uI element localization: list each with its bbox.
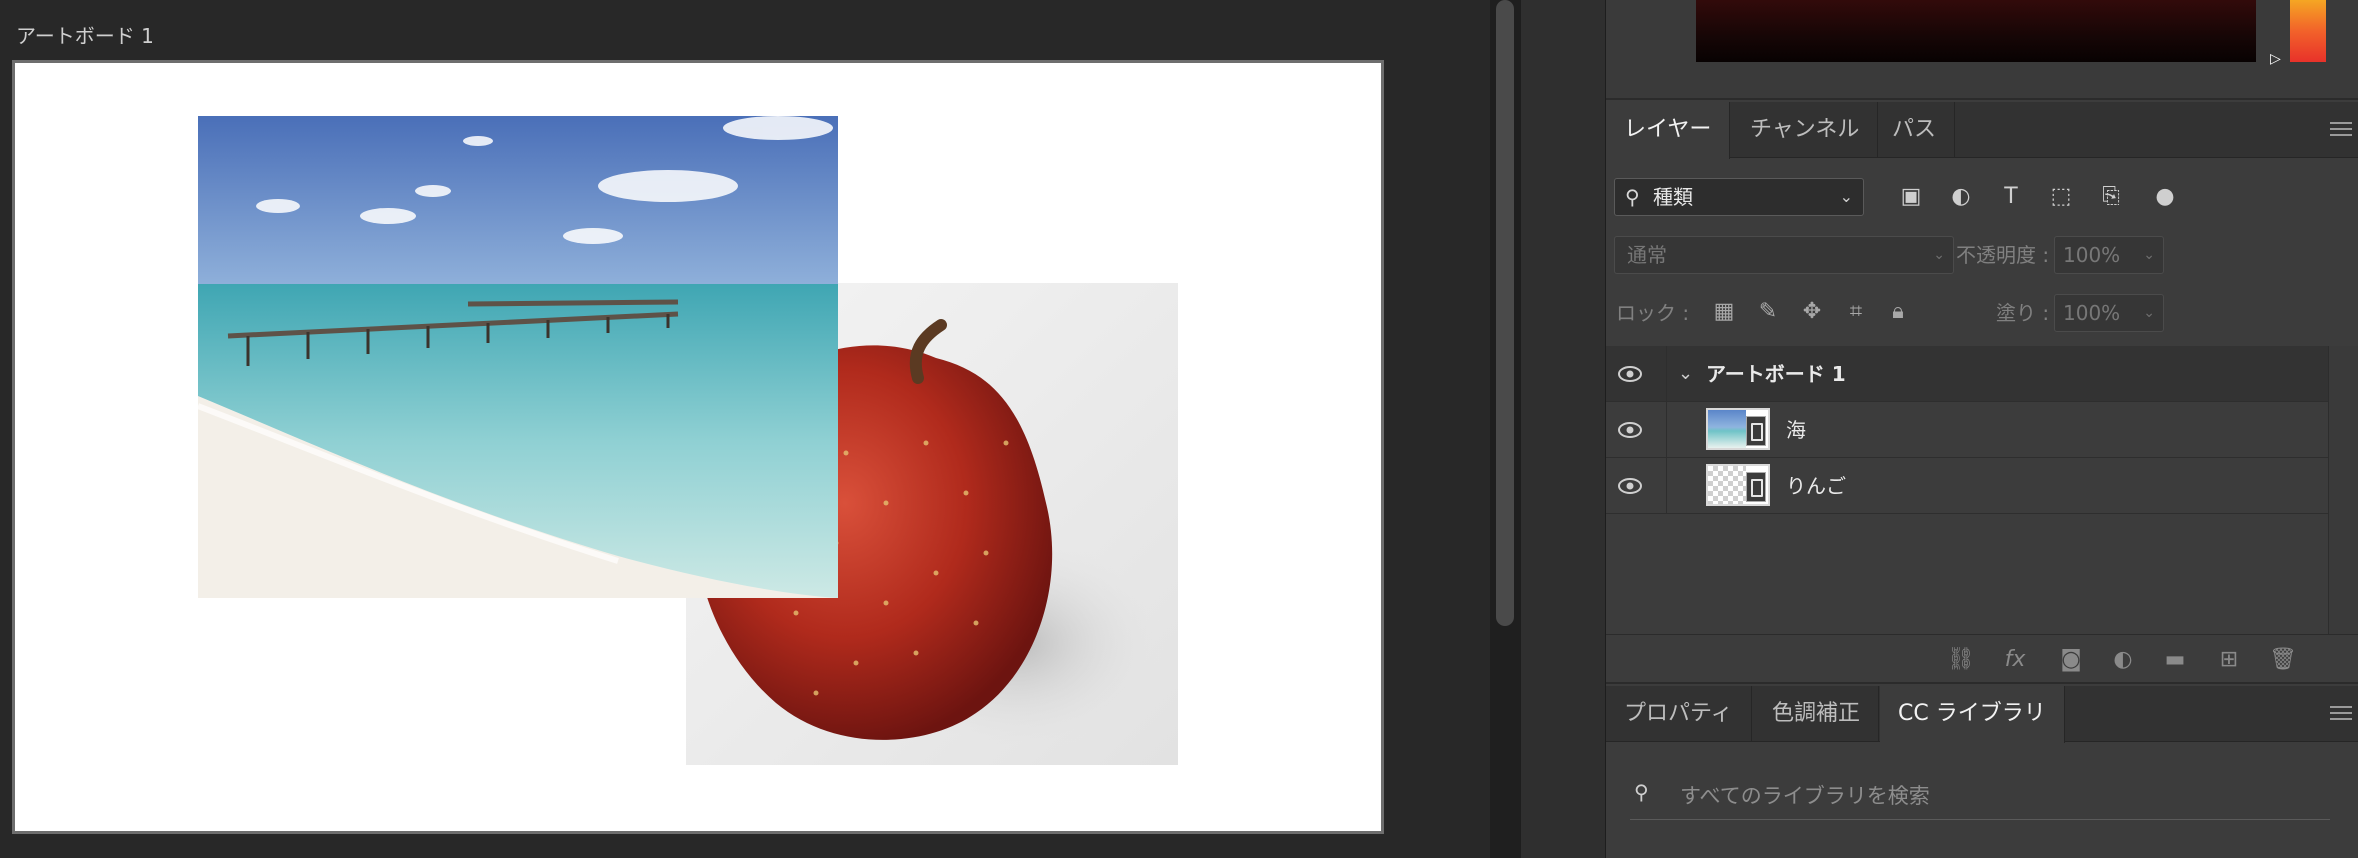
layers-scrollbar[interactable]: [2328, 346, 2358, 634]
visibility-eye-icon[interactable]: [1616, 416, 1644, 444]
canvas-scrollbar-track[interactable]: [1490, 0, 1520, 858]
smart-object-icon: [1746, 416, 1766, 446]
color-field[interactable]: [1696, 0, 2256, 62]
artboard-title[interactable]: アートボード 1: [16, 20, 154, 49]
chevron-down-icon: ⌄: [2143, 305, 2155, 321]
tab-cc-libraries[interactable]: CC ライブラリ: [1880, 686, 2065, 743]
opacity-field[interactable]: 100% ⌄: [2054, 236, 2164, 274]
row-divider: [1666, 346, 1667, 402]
row-divider: [1666, 458, 1667, 514]
search-icon: ⚲: [1625, 185, 1640, 209]
panel-dock-strip: [1520, 0, 1606, 858]
visibility-eye-icon[interactable]: [1616, 360, 1644, 388]
tab-paths[interactable]: パス: [1874, 102, 1956, 158]
sea-layer-image[interactable]: [198, 116, 838, 598]
tab-channels[interactable]: チャンネル: [1732, 102, 1879, 158]
new-group-icon[interactable]: ▬: [2160, 645, 2190, 675]
layer-row-apple[interactable]: りんご: [1606, 458, 2328, 514]
opacity-label: 不透明度 :: [1956, 243, 2050, 267]
artboard[interactable]: [12, 60, 1384, 834]
row-divider: [1666, 402, 1667, 458]
layer-thumbnail-apple[interactable]: [1706, 464, 1770, 506]
lock-image-pixels-icon[interactable]: ✎: [1754, 298, 1782, 326]
smart-object-filter-icon[interactable]: ⎘: [2096, 182, 2126, 212]
adjustment-filter-icon[interactable]: ◐: [1946, 182, 1976, 212]
fill-label: 塗り :: [1996, 301, 2050, 325]
shape-filter-icon[interactable]: ⬚: [2046, 182, 2076, 212]
visibility-eye-icon[interactable]: [1616, 472, 1644, 500]
image-filter-icon[interactable]: ▣: [1896, 182, 1926, 212]
delete-layer-icon[interactable]: 🗑︎: [2268, 645, 2298, 675]
blend-mode-select[interactable]: 通常 ⌄: [1614, 236, 1954, 274]
layer-row-artboard[interactable]: ⌄ アートボード 1: [1606, 346, 2328, 402]
filter-toggle-icon[interactable]: ●: [2150, 182, 2180, 212]
canvas-area: アートボード 1: [0, 0, 1490, 858]
tab-layers[interactable]: レイヤー: [1606, 102, 1731, 159]
lock-transparent-pixels-icon[interactable]: ▦: [1710, 298, 1738, 326]
opacity-value: 100%: [2063, 243, 2121, 267]
layers-tabbar: レイヤー チャンネル パス: [1606, 102, 2358, 159]
tab-properties[interactable]: プロパティ: [1606, 686, 1752, 742]
fx-icon[interactable]: fx: [2000, 645, 2030, 675]
fill-field[interactable]: 100% ⌄: [2054, 294, 2164, 332]
fill-value: 100%: [2063, 301, 2121, 325]
lock-artboard-icon[interactable]: ⌗: [1842, 298, 1870, 326]
chevron-down-icon: ⌄: [2143, 247, 2155, 263]
expand-chevron-icon[interactable]: ⌄: [1678, 346, 1693, 402]
color-picker-area: ▷: [1606, 0, 2358, 100]
layers-bottom-toolbar: ⛓ fx ◙ ◐ ▬ ⊞ 🗑︎: [1606, 634, 2358, 684]
tab-adjustments[interactable]: 色調補正: [1754, 686, 1880, 742]
layer-filter-select[interactable]: ⚲ 種類 ⌄: [1614, 178, 1864, 216]
right-panel: ▷ レイヤー チャンネル パス ⚲ 種類 ⌄ ▣ ◐ T ⬚ ⎘ ● 通常 ⌄ …: [1606, 0, 2358, 858]
library-search-input[interactable]: ⚲ すべてのライブラリを検索: [1630, 770, 2330, 820]
blend-mode-value: 通常: [1627, 243, 1667, 267]
new-adjustment-layer-icon[interactable]: ◐: [2108, 645, 2138, 675]
smart-object-icon: [1746, 472, 1766, 502]
layer-thumbnail-sea[interactable]: [1706, 408, 1770, 450]
new-layer-icon[interactable]: ⊞: [2214, 645, 2244, 675]
canvas-scrollbar-thumb[interactable]: [1496, 0, 1514, 626]
panel-menu-icon[interactable]: [2330, 118, 2352, 140]
add-mask-icon[interactable]: ◙: [2056, 645, 2086, 675]
properties-tabbar: プロパティ 色調補正 CC ライブラリ: [1606, 686, 2358, 743]
chevron-down-icon: ⌄: [1933, 247, 1945, 263]
hue-slider[interactable]: [2290, 0, 2326, 62]
layer-row-sea[interactable]: 海: [1606, 402, 2328, 458]
chevron-down-icon: ⌄: [1839, 187, 1853, 206]
type-filter-icon[interactable]: T: [1996, 182, 2026, 212]
link-layers-icon[interactable]: ⛓: [1946, 645, 1976, 675]
filter-kind-value: 種類: [1653, 185, 1693, 209]
artboard-layer-name[interactable]: アートボード 1: [1706, 346, 1846, 402]
library-search-placeholder: すべてのライブラリを検索: [1680, 784, 1930, 808]
panel-menu-icon[interactable]: [2330, 702, 2352, 724]
search-icon: ⚲: [1634, 780, 1649, 804]
hue-marker-icon[interactable]: ▷: [2270, 52, 2284, 66]
layer-name[interactable]: 海: [1786, 402, 1806, 458]
layer-name[interactable]: りんご: [1786, 458, 1846, 514]
lock-position-icon[interactable]: ✥: [1798, 298, 1826, 326]
lock-all-icon[interactable]: 🔒︎: [1884, 298, 1912, 326]
lock-label: ロック :: [1616, 301, 1690, 325]
